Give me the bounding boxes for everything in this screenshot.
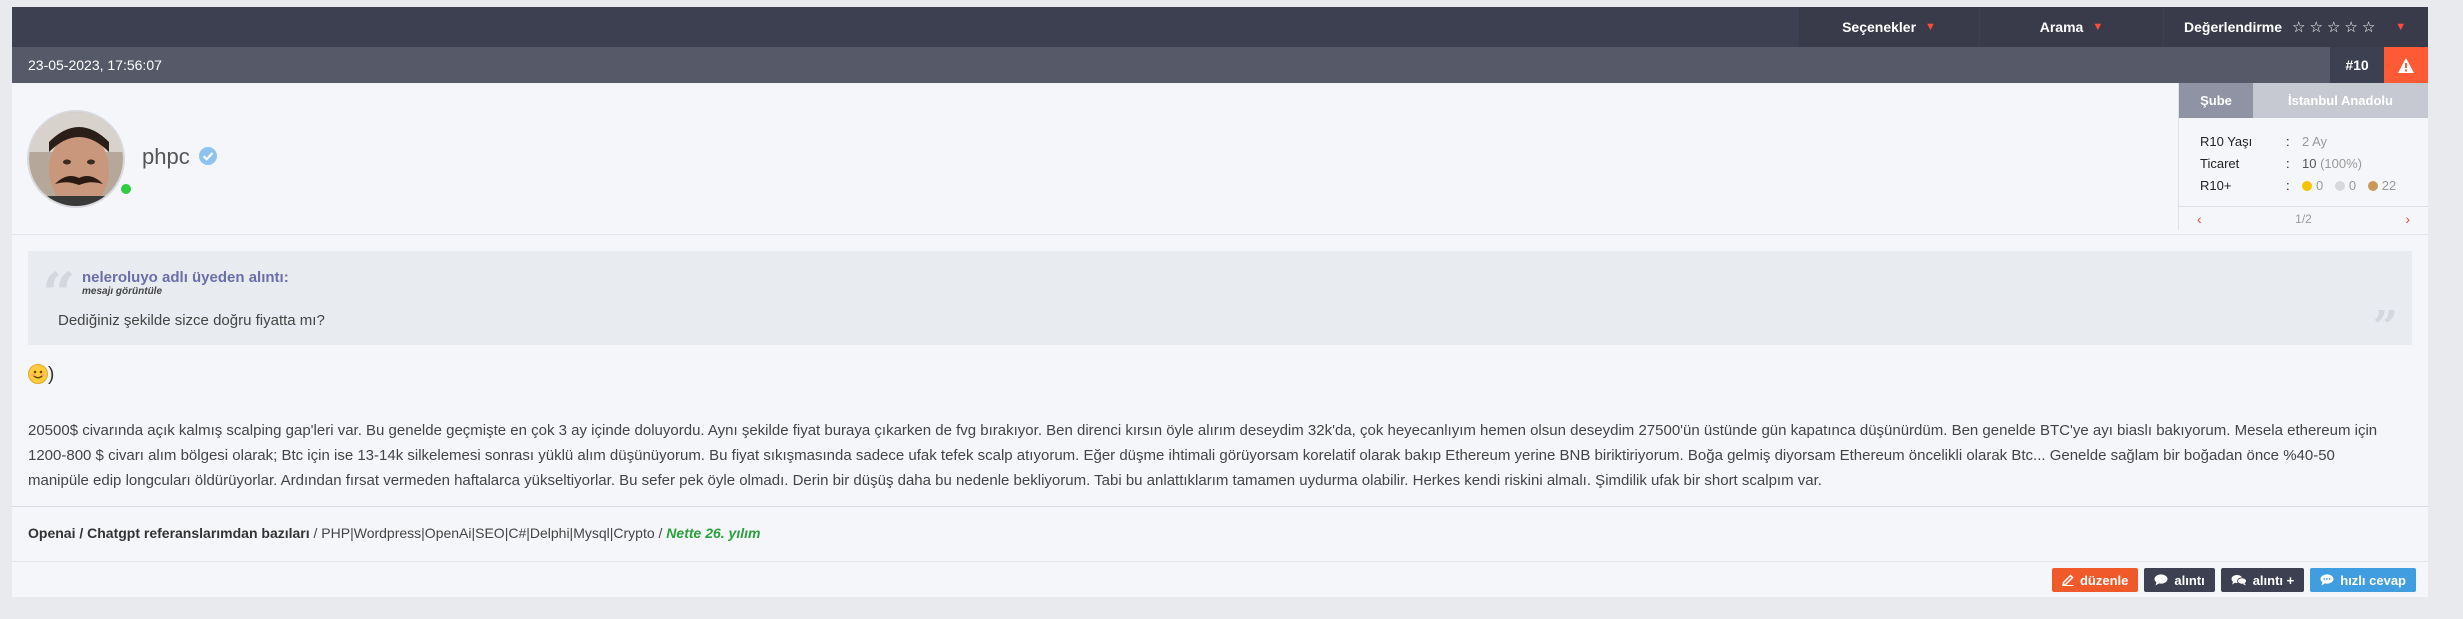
stat-separator: : (2286, 133, 2290, 149)
chevron-down-icon: ▼ (1925, 21, 1936, 33)
verified-badge-icon (199, 147, 217, 165)
gold-medal-icon (2302, 180, 2312, 191)
tab-branch-value[interactable]: İstanbul Anadolu (2253, 83, 2428, 118)
comments-icon (2231, 575, 2247, 586)
smile-suffix: ) (48, 364, 55, 385)
user-info-pager: ‹ 1/2 › (2179, 206, 2428, 230)
stat-value: 2 Ay (2302, 133, 2328, 149)
stat-separator: : (2286, 177, 2290, 193)
chat-icon (2320, 574, 2334, 586)
smile-emoji-icon (28, 364, 48, 384)
options-label: Seçenekler (1842, 19, 1917, 35)
bronze-medal-icon (2367, 180, 2378, 191)
user-info-panel: Şube İstanbul Anadolu R10 Yaşı : 2 Ay Ti… (2178, 83, 2428, 230)
edit-label: düzenle (2079, 572, 2129, 588)
signature: Openai / Chatgpt referanslarımdan bazıla… (12, 506, 2428, 562)
comment-icon (2154, 574, 2168, 586)
username[interactable]: phpc (142, 144, 190, 170)
stat-row-trade: Ticaret : 10 (100%) (2200, 152, 2428, 174)
user-info-tabs: Şube İstanbul Anadolu (2179, 83, 2428, 118)
chevron-right-icon[interactable]: › (2405, 211, 2410, 227)
rating-label: Değerlendirme (2184, 19, 2283, 35)
user-stats: R10 Yaşı : 2 Ay Ticaret : 10 (100%) R10+… (2179, 118, 2428, 196)
medal-counts: 0 0 22 (2302, 178, 2404, 193)
quote-author-link[interactable]: neleroluyo adlı üyeden alıntı: (82, 269, 289, 286)
rating-menu-button[interactable]: Değerlendirme ☆☆☆☆☆ ▼ (2164, 7, 2428, 47)
post-toolbar: Seçenekler ▼ Arama ▼ Değerlendirme ☆☆☆☆☆… (12, 7, 2428, 47)
avatar[interactable] (27, 110, 125, 208)
post-number-link[interactable]: #10 (2330, 47, 2384, 83)
user-header: phpc Şube İstanbul Anadolu R10 Yaşı : 2 … (12, 83, 2428, 235)
signature-bold: Openai / Chatgpt referanslarımdan bazıla… (28, 525, 310, 541)
quote-label: alıntı (2174, 572, 2205, 588)
search-menu-button[interactable]: Arama ▼ (1980, 7, 2163, 47)
multi-quote-button[interactable]: alıntı + (2220, 568, 2305, 592)
quote-block: “ neleroluyo adlı üyeden alıntı: mesajı … (28, 251, 2412, 353)
stat-value[interactable]: 10 (100%) (2302, 156, 2362, 171)
silver-medal-icon (2334, 180, 2345, 191)
star-rating-icon[interactable]: ☆☆☆☆☆ (2292, 18, 2379, 36)
gold-count: 0 (2316, 177, 2324, 193)
trade-percent: (100%) (2320, 155, 2363, 171)
signature-skills: / PHP|Wordpress|OpenAi|SEO|C#|Delphi|Mys… (309, 525, 667, 541)
post-date: 23-05-2023, 17:56:07 (28, 57, 162, 73)
report-button[interactable] (2384, 47, 2428, 83)
silver-count: 0 (2348, 177, 2357, 193)
message-body: 20500$ civarında açık kalmış scalping ga… (28, 422, 2378, 489)
tab-branch[interactable]: Şube (2179, 83, 2253, 118)
post-date-bar: 23-05-2023, 17:56:07 #10 (12, 47, 2428, 83)
online-status-dot (119, 182, 133, 196)
quote-close-icon: ” (2372, 302, 2398, 353)
chevron-down-icon: ▼ (2092, 21, 2104, 33)
pencil-icon (2061, 574, 2074, 586)
edit-button[interactable]: düzenle (2051, 568, 2139, 592)
multi-quote-label: alıntı + (2252, 572, 2295, 588)
post-actions: düzenle alıntı alıntı + hızlı cevap (2051, 568, 2416, 592)
stat-separator: : (2286, 155, 2290, 171)
signature-years: Nette 26. yılım (666, 525, 761, 541)
quick-reply-button[interactable]: hızlı cevap (2310, 568, 2416, 592)
options-menu-button[interactable]: Seçenekler ▼ (1799, 7, 1979, 47)
trade-count: 10 (2302, 155, 2317, 171)
stat-label: Ticaret (2200, 155, 2240, 171)
bronze-count: 22 (2381, 177, 2397, 193)
message-emoji-line: ) (28, 364, 54, 386)
view-message-link[interactable]: mesajı görüntüle (82, 286, 162, 297)
warning-icon (2398, 57, 2414, 73)
forum-post: Seçenekler ▼ Arama ▼ Değerlendirme ☆☆☆☆☆… (12, 7, 2428, 597)
chevron-down-icon: ▼ (2395, 21, 2407, 33)
stat-row-age: R10 Yaşı : 2 Ay (2200, 130, 2428, 152)
chevron-left-icon[interactable]: ‹ (2197, 211, 2202, 227)
stat-label: R10 Yaşı (2200, 133, 2253, 149)
quote-text: Dediğiniz şekilde sizce doğru fiyatta mı… (58, 312, 325, 329)
pager-label: 1/2 (2295, 211, 2312, 226)
quick-reply-label: hızlı cevap (2340, 572, 2406, 588)
stat-label: R10+ (2200, 177, 2232, 193)
stat-row-r10plus: R10+ : 0 0 22 (2200, 174, 2428, 196)
quote-button[interactable]: alıntı (2144, 568, 2215, 592)
search-label: Arama (2039, 19, 2084, 35)
